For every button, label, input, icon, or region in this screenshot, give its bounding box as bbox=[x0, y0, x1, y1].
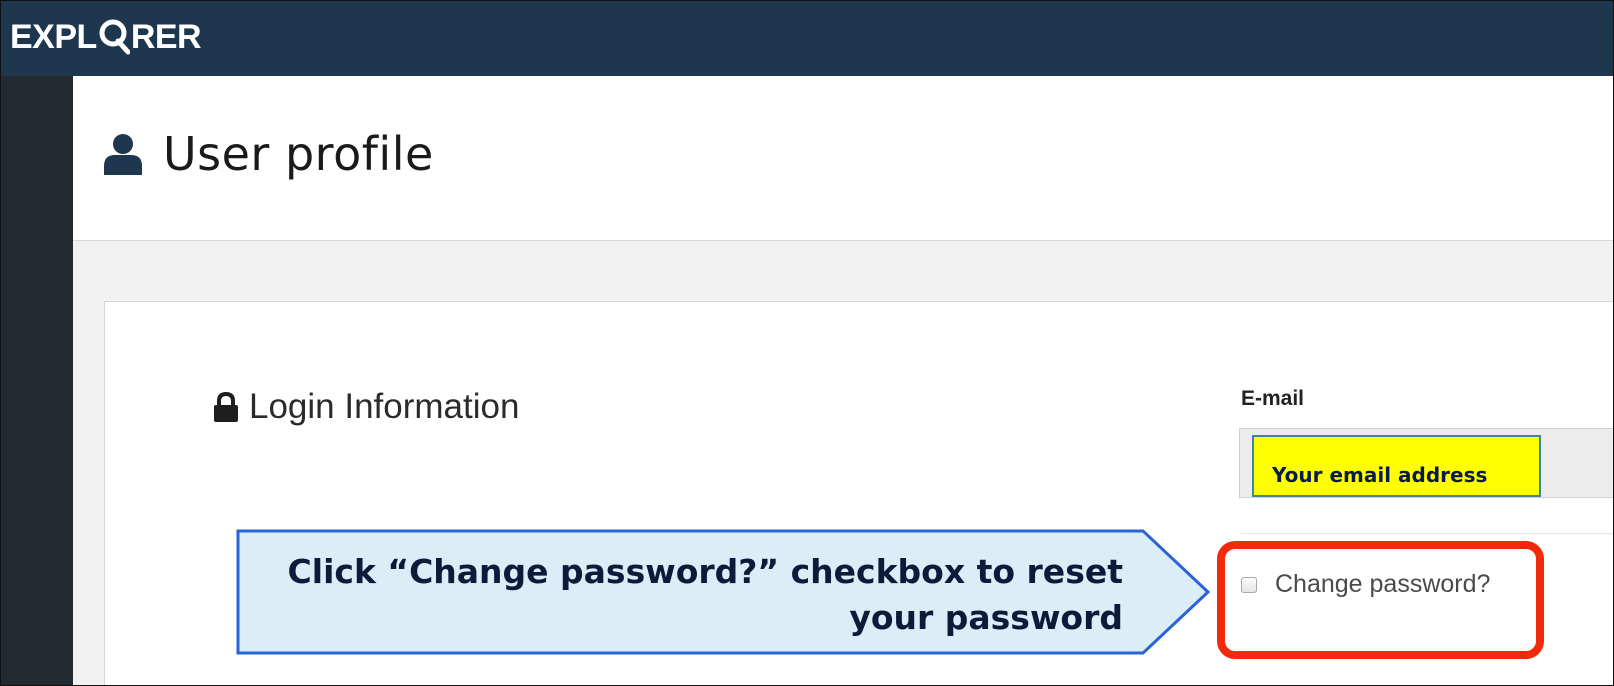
email-label: E-mail bbox=[1241, 387, 1305, 410]
page-title-group: User profile bbox=[103, 131, 434, 177]
login-information-heading: Login Information bbox=[213, 389, 519, 424]
lock-icon bbox=[214, 391, 238, 422]
brand-text-start: EXPL bbox=[10, 18, 97, 56]
user-icon bbox=[104, 134, 142, 175]
app-window: EXPL RER User profile Login Information bbox=[0, 0, 1614, 686]
email-annotation-box: Your email address bbox=[1252, 435, 1541, 497]
email-annotation-text: Your email address bbox=[1272, 463, 1488, 487]
callout-line-1: Click “Change password?” checkbox to res… bbox=[287, 552, 1123, 591]
callout-line-2: your password bbox=[849, 598, 1123, 637]
section-title: Login Information bbox=[249, 387, 520, 426]
brand-logo[interactable]: EXPL RER bbox=[10, 15, 202, 59]
change-password-highlight bbox=[1217, 541, 1544, 659]
page-title: User profile bbox=[163, 127, 434, 181]
top-navigation-bar: EXPL RER bbox=[1, 1, 1613, 76]
left-sidebar bbox=[1, 76, 73, 685]
instruction-callout-text: Click “Change password?” checkbox to res… bbox=[243, 549, 1123, 641]
page-header: User profile bbox=[73, 76, 1613, 241]
brand-text-end: RER bbox=[130, 18, 202, 56]
magnifier-o-icon bbox=[99, 19, 130, 55]
row-divider bbox=[1241, 533, 1613, 534]
